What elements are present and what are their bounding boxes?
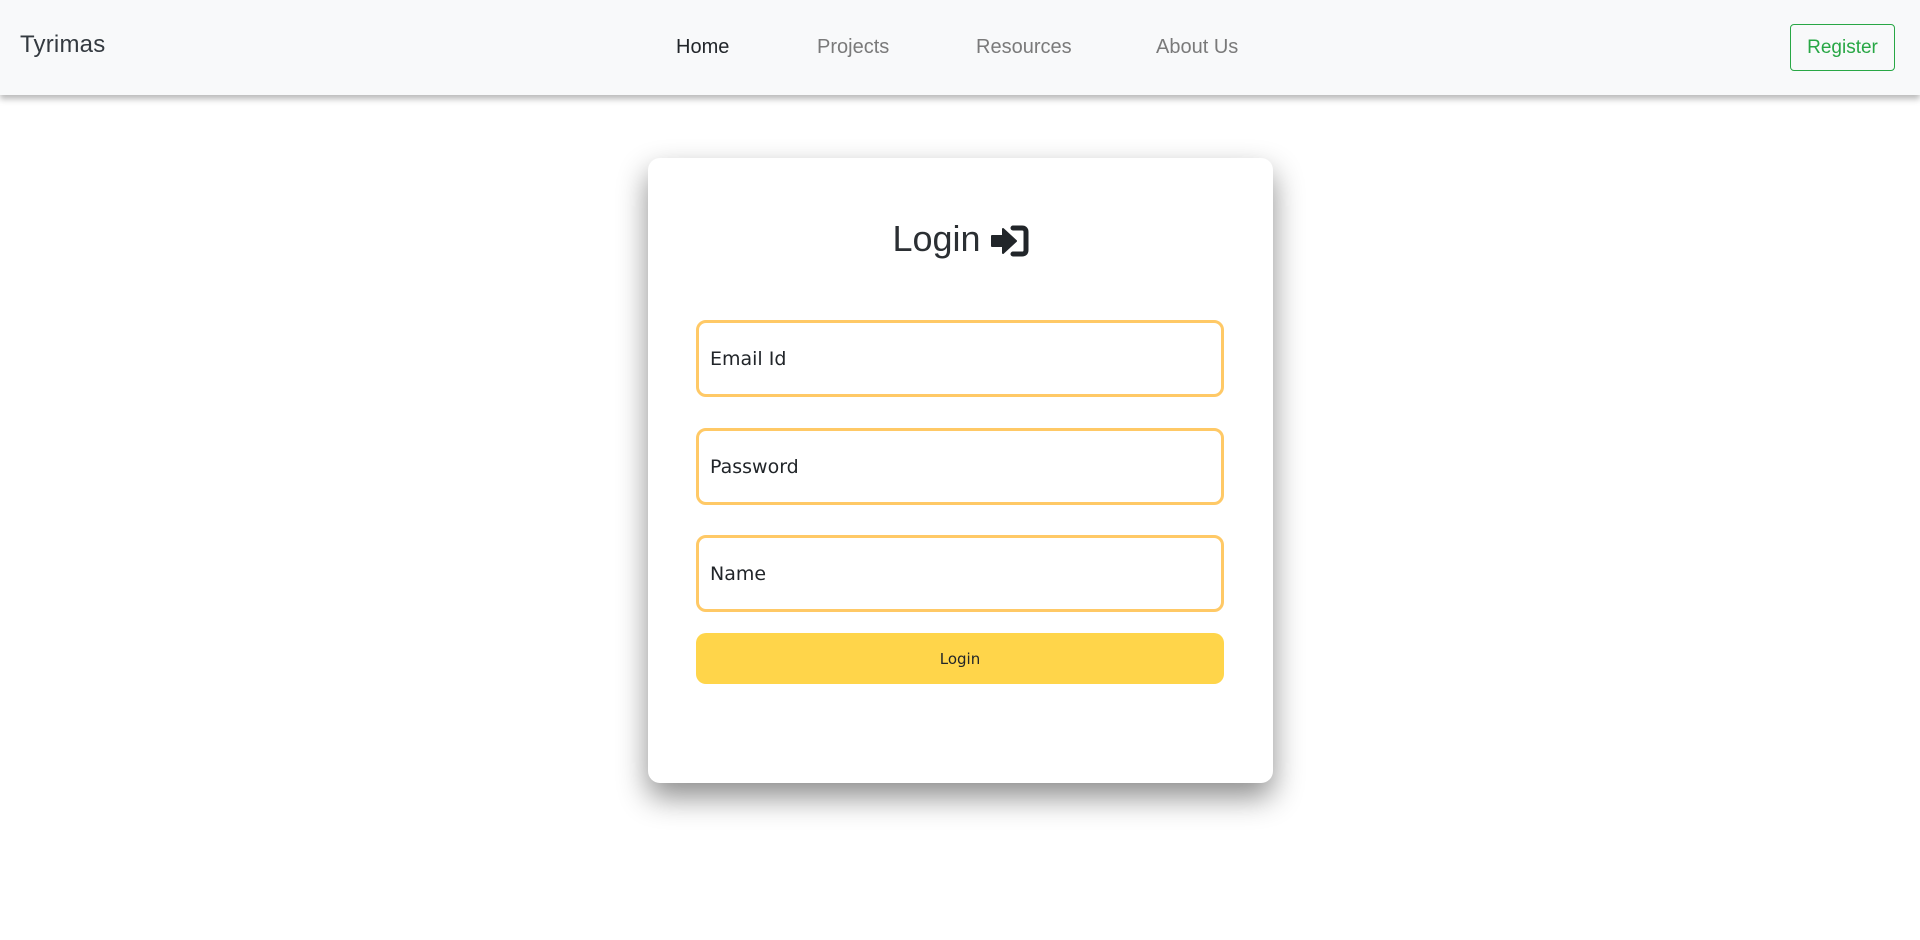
login-heading: Login [648,218,1273,260]
nav-links: Home Projects Resources About Us [0,0,1920,95]
top-navbar: Tyrimas Home Projects Resources About Us… [0,0,1920,95]
nav-link-projects[interactable]: Projects [817,36,889,59]
email-field[interactable] [696,320,1224,397]
nav-link-about-us[interactable]: About Us [1156,36,1238,59]
sign-in-icon [990,224,1029,257]
nav-link-home[interactable]: Home [676,36,729,59]
password-field[interactable] [696,428,1224,505]
login-title: Login [892,218,981,259]
register-button[interactable]: Register [1790,24,1895,71]
name-field[interactable] [696,535,1224,612]
login-card: Login Login [648,158,1273,783]
login-submit-button[interactable]: Login [696,633,1224,684]
nav-link-resources[interactable]: Resources [976,36,1072,59]
